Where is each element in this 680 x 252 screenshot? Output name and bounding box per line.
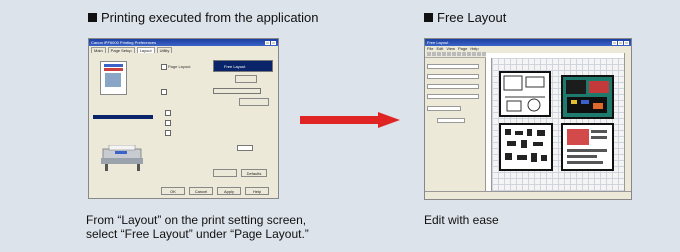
disabled-button — [239, 98, 269, 106]
maximize-button[interactable] — [618, 40, 623, 45]
layout-page[interactable] — [561, 123, 614, 171]
disabled-checkbox — [161, 89, 167, 95]
orientation-field[interactable] — [427, 84, 479, 89]
option-row — [165, 110, 172, 116]
copies-stepper[interactable] — [237, 145, 253, 151]
open-icon[interactable] — [432, 52, 436, 56]
page-layout-select[interactable]: Free Layout — [213, 60, 273, 72]
dialog-footer: OK Cancel Apply Help — [89, 184, 278, 198]
new-icon[interactable] — [427, 52, 431, 56]
right-heading: Free Layout — [424, 10, 506, 25]
settings-button[interactable] — [235, 75, 257, 83]
line-drawing-image — [503, 75, 545, 112]
dialog-body: Page Layout Free Layout Defaults — [89, 53, 278, 184]
disabled-select — [213, 88, 261, 94]
settings-panel — [425, 58, 486, 192]
window-controls — [265, 40, 276, 45]
document-image — [567, 129, 607, 164]
disabled-option — [161, 89, 168, 95]
vertical-scrollbar[interactable] — [624, 53, 631, 192]
window-titlebar: Free Layout — [425, 39, 631, 46]
menu-file[interactable]: File — [427, 46, 433, 51]
close-window-button[interactable] — [271, 40, 276, 45]
status-bar — [425, 191, 631, 199]
menu-page[interactable]: Page — [458, 46, 467, 51]
preview-band — [104, 64, 123, 67]
rotate-icon[interactable] — [472, 52, 476, 56]
layout-page[interactable] — [499, 71, 551, 117]
right-heading-text: Free Layout — [437, 10, 507, 25]
defaults-button[interactable]: Defaults — [241, 169, 267, 177]
undo-icon[interactable] — [462, 52, 466, 56]
option-row — [165, 120, 172, 126]
vertical-ruler — [486, 58, 492, 192]
media-type-field[interactable] — [427, 74, 479, 79]
window-controls — [612, 40, 629, 45]
layout-preview — [100, 61, 127, 95]
page-layout-value: Free Layout — [224, 64, 246, 69]
page-layout-checkbox[interactable] — [161, 64, 167, 70]
selected-list-row[interactable] — [93, 115, 153, 119]
option-checkbox — [165, 110, 171, 116]
option-checkbox — [165, 120, 171, 126]
zoom-icon[interactable] — [467, 52, 471, 56]
option-row — [165, 130, 172, 136]
dialog-titlebar: Canon iPF6000 Printing Preferences — [89, 39, 278, 46]
preview-block — [105, 73, 121, 87]
window-title: Free Layout — [427, 40, 449, 45]
left-caption: From “Layout” on the print setting scree… — [86, 213, 309, 241]
left-caption-line: select “Free Layout” under “Page Layout.… — [86, 227, 309, 241]
print-icon[interactable] — [442, 52, 446, 56]
left-heading: Printing executed from the application — [88, 10, 319, 25]
layout-page[interactable] — [499, 123, 553, 171]
left-caption-line: From “Layout” on the print setting scree… — [86, 213, 307, 227]
save-icon[interactable] — [437, 52, 441, 56]
align-icon[interactable] — [477, 52, 481, 56]
help-button[interactable]: Help — [245, 187, 269, 195]
color-poster-image — [566, 80, 609, 113]
page-layout-option[interactable]: Page Layout — [161, 64, 190, 70]
dialog-title: Canon iPF6000 Printing Preferences — [91, 40, 157, 45]
paste-icon[interactable] — [457, 52, 461, 56]
zoom-field[interactable] — [427, 94, 479, 99]
layout-page[interactable] — [561, 75, 614, 119]
right-caption: Edit with ease — [424, 213, 499, 227]
minimize-button[interactable] — [612, 40, 617, 45]
left-heading-text: Printing executed from the application — [101, 10, 319, 25]
option-checkbox — [165, 130, 171, 136]
free-layout-window: Free Layout File Edit View Page Help — [424, 38, 632, 200]
copy-icon[interactable] — [452, 52, 456, 56]
disabled-footer-button — [213, 169, 237, 177]
menu-edit[interactable]: Edit — [436, 46, 443, 51]
paper-size-field[interactable] — [427, 64, 479, 69]
square-bullet-icon — [88, 13, 97, 22]
menu-help[interactable]: Help — [470, 46, 478, 51]
ok-button[interactable]: OK — [161, 187, 185, 195]
preview-band — [104, 68, 123, 71]
pattern-image — [505, 129, 547, 162]
right-arrow-icon — [300, 112, 400, 128]
arrange-button[interactable] — [427, 106, 461, 111]
cancel-button[interactable]: Cancel — [189, 187, 213, 195]
apply-button[interactable]: Apply — [217, 187, 241, 195]
help-window-button[interactable] — [265, 40, 270, 45]
cut-icon[interactable] — [447, 52, 451, 56]
printer-icon — [101, 145, 143, 171]
page-layout-label: Page Layout — [168, 64, 191, 70]
menu-view[interactable]: View — [446, 46, 455, 51]
close-window-button[interactable] — [624, 40, 629, 45]
square-bullet-icon — [424, 13, 433, 22]
print-preferences-dialog: Canon iPF6000 Printing Preferences Main … — [88, 38, 279, 199]
apply-settings-button[interactable] — [437, 118, 465, 123]
